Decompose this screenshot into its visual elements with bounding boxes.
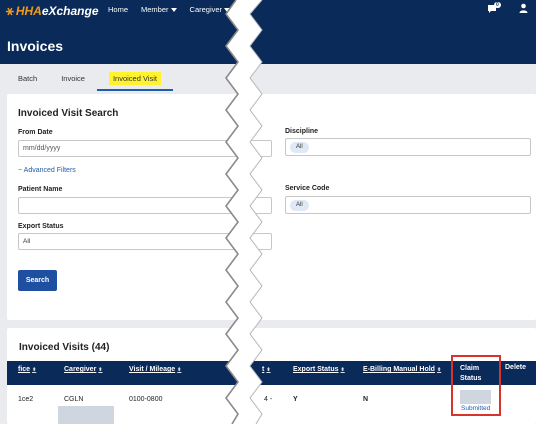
tab-invoice[interactable]: Invoice: [49, 70, 97, 91]
chat-count-badge: 0: [494, 2, 501, 8]
logo-exchange-text: eXchange: [41, 4, 99, 18]
search-button[interactable]: Search: [18, 270, 57, 291]
tab-invoice-label: Invoice: [61, 74, 85, 83]
logo-mark-icon: ⚹: [6, 3, 14, 18]
col-office[interactable]: fice ⬍: [18, 366, 36, 373]
page-header: [0, 20, 536, 64]
col-delete: Delete: [505, 364, 527, 371]
nav-member[interactable]: Member: [141, 5, 177, 14]
page-title: Invoices: [7, 38, 64, 54]
col-export-status[interactable]: Export Status ⬍: [293, 366, 345, 373]
tab-batch[interactable]: Batch: [6, 70, 49, 91]
export-status-label: Export Status: [18, 223, 64, 230]
nav-home[interactable]: Home: [108, 5, 128, 14]
tab-invoiced-visit[interactable]: Invoiced Visit: [96, 70, 174, 91]
discipline-chip-all[interactable]: All: [290, 142, 309, 153]
discipline-label: Discipline: [285, 128, 319, 135]
col-caregiver-label: Caregiver: [64, 366, 97, 373]
nav-home-label: Home: [108, 5, 129, 14]
cell-export-status: Y: [293, 396, 298, 403]
col-ebilling-label: E-Billing Manual Hold: [363, 366, 435, 373]
redacted-block: [58, 406, 114, 424]
sort-icon: ⬍: [177, 367, 182, 373]
nav-visit-label: Vis: [243, 5, 254, 14]
sort-icon: ⬍: [266, 367, 271, 373]
from-date-label: From Date: [18, 129, 53, 136]
main-menu: Home Member Caregiver Vis: [108, 5, 266, 14]
service-code-chip-all[interactable]: All: [290, 200, 309, 211]
cell-office: 1ce2: [18, 396, 34, 403]
cell-ebilling-hold: N: [363, 396, 369, 403]
col-invoice-label: t: [262, 366, 265, 373]
tab-batch-label: Batch: [18, 74, 38, 83]
nav-caregiver-label: Caregiver: [189, 5, 223, 14]
sort-icon: ⬍: [98, 367, 103, 373]
cell-invoice-suffix: 4 -: [264, 396, 273, 403]
nav-visit[interactable]: Vis: [243, 5, 253, 14]
hhaexchange-logo[interactable]: ⚹ HHA eXchange: [6, 3, 99, 19]
chevron-down-icon: [224, 7, 231, 12]
discipline-select[interactable]: All: [285, 138, 531, 156]
patient-name-label: Patient Name: [18, 186, 63, 193]
col-ebilling-manual-hold[interactable]: E-Billing Manual Hold ⬍: [363, 366, 441, 373]
chat-icon[interactable]: 0: [487, 2, 501, 14]
invoiced-visits-title: Invoiced Visits (44): [19, 342, 110, 353]
patient-name-input[interactable]: [18, 197, 272, 214]
from-date-input[interactable]: mm/dd/yyyy: [18, 140, 272, 157]
cell-caregiver: CGLN: [64, 396, 84, 403]
col-export-status-label: Export Status: [293, 366, 339, 373]
tab-invoiced-visit-label: Invoiced Visit: [108, 72, 162, 85]
chevron-down-icon: [170, 7, 177, 12]
cell-invoice-prefix: 0: [233, 396, 237, 403]
sort-icon: ⬍: [340, 367, 345, 373]
col-caregiver[interactable]: Caregiver ⬍: [64, 366, 103, 373]
claim-status-highlight: [451, 355, 501, 416]
col-office-label: fice: [18, 366, 31, 373]
col-visit-mileage[interactable]: Visit / Mileage ⬍: [129, 366, 181, 373]
search-panel-title: Invoiced Visit Search: [18, 108, 119, 119]
advanced-filters-link[interactable]: − Advanced Filters: [18, 167, 76, 174]
nav-caregiver[interactable]: Caregiver: [190, 5, 231, 14]
col-visit-mileage-label: Visit / Mileage: [129, 366, 176, 373]
nav-member-label: Member: [141, 5, 169, 14]
invoice-tabs: Batch Invoice Invoiced Visit: [6, 70, 174, 91]
col-invoice[interactable]: t ⬍: [262, 366, 271, 373]
sort-icon: ⬍: [436, 367, 442, 373]
export-status-select[interactable]: All: [18, 233, 272, 250]
user-icon[interactable]: [519, 3, 528, 15]
service-code-label: Service Code: [285, 185, 330, 192]
logo-hha-text: HHA: [15, 4, 42, 18]
sort-icon: ⬍: [32, 367, 37, 373]
top-nav: ⚹ HHA eXchange Home Member Caregiver Vis…: [0, 0, 536, 20]
cell-visit-mileage: 0100-0800: [129, 396, 163, 403]
service-code-select[interactable]: All: [285, 196, 531, 214]
